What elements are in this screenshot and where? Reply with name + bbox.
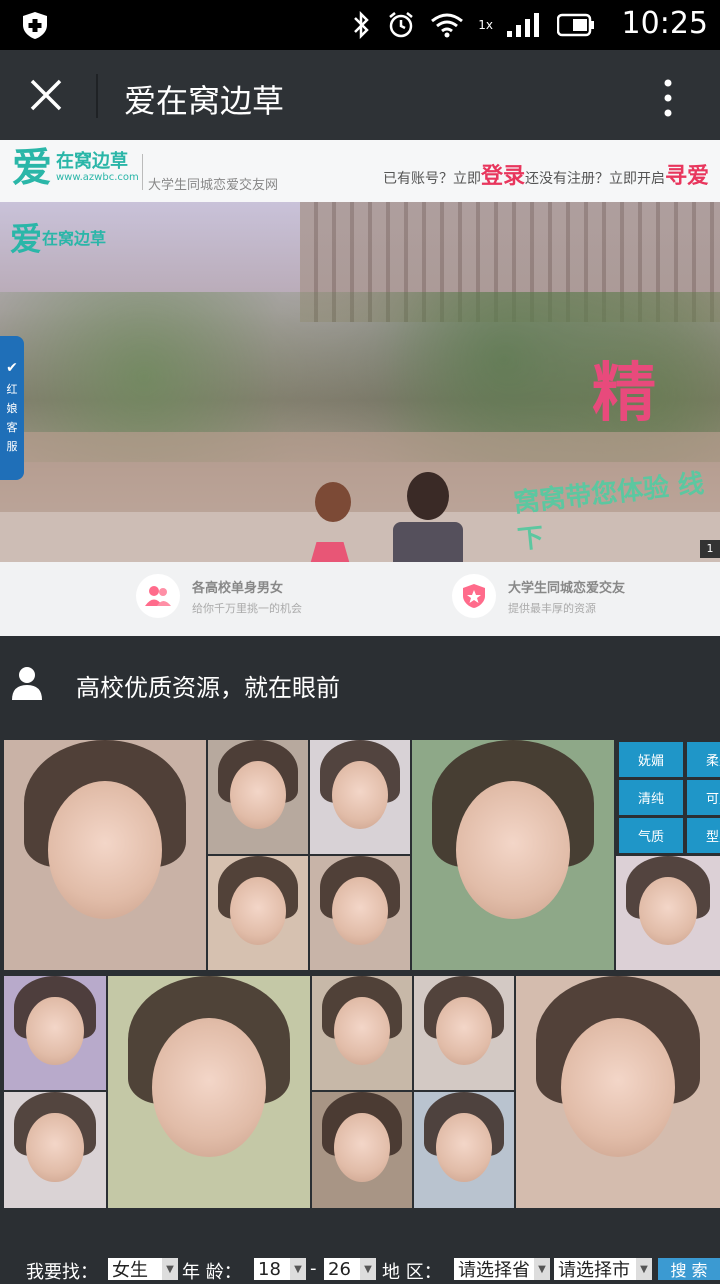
tag-button[interactable]: 清纯 [619,780,683,815]
feature-dating: 大学生同城恋爱交友 提供最丰厚的资源 [452,574,625,618]
watermark-name: 在窝边草 [42,229,107,248]
feature-title: 大学生同城恋爱交友 [508,580,626,596]
gender-select[interactable]: 女生 ▼ [108,1258,178,1281]
status-icons: 1x [350,10,595,40]
profile-photo[interactable] [310,856,410,970]
chevron-down-icon: ▼ [162,1258,178,1280]
profile-photo[interactable] [310,740,410,854]
search-button[interactable]: 搜 索 [658,1258,720,1280]
age-from-value: 18 [258,1258,281,1280]
badge-icon [452,574,496,618]
banner-headline: 精 [592,356,656,431]
banner-boy-figure [385,472,470,562]
matchmaker-service-tab[interactable]: ✔ 红娘客服 [0,336,24,480]
profile-photo[interactable] [4,740,206,970]
account-links: 已有账号？立即登录还没有注册？立即开启寻爱 [383,158,709,190]
province-value: 请选择省 [458,1260,530,1280]
login-link[interactable]: 登录 [481,164,525,189]
tag-button[interactable]: 可爱 [687,780,720,815]
feature-title: 各高校单身男女 [192,580,284,596]
age-from-select[interactable]: 18 ▼ [254,1258,306,1280]
profile-photo[interactable] [516,976,720,1208]
clock: 10:25 [621,6,708,41]
bluetooth-icon [354,11,370,39]
logo-url: www.azwbc.com [56,172,139,183]
banner-pager[interactable]: 1 [700,540,720,558]
tag-button[interactable]: 妩媚 [619,742,683,777]
find-label: 我要找： [26,1262,98,1283]
site-logo[interactable]: 爱 在窝边草 www.azwbc.com [12,148,139,188]
account-middle: 还没有注册？立即开启 [525,171,666,187]
banner-watermark: 爱 在窝边草 [10,214,106,260]
age-to-select[interactable]: 26 ▼ [324,1258,376,1280]
city-value: 请选择市 [558,1260,630,1280]
section-title: 高校优质资源，就在眼前 [76,674,340,702]
people-icon [136,574,180,618]
signal-icon [507,13,539,37]
check-icon: ✔ [6,360,18,376]
features-strip: 各高校单身男女 给你千万里挑一的机会 大学生同城恋爱交友 提供最丰厚的资源 [0,562,720,636]
feature-subtitle: 提供最丰厚的资源 [508,601,596,615]
chevron-down-icon: ▼ [290,1258,306,1280]
chevron-down-icon: ▼ [636,1258,652,1280]
profile-photo[interactable] [414,1092,514,1208]
app-toolbar: 爱在窝边草 [0,50,720,140]
feature-singles: 各高校单身男女 给你千万里挑一的机会 [136,574,302,618]
account-prefix: 已有账号？立即 [383,171,481,187]
page-title: 爱在窝边草 [124,82,285,120]
chevron-down-icon: ▼ [534,1258,550,1280]
gender-value: 女生 [112,1260,148,1281]
site-slogan: 大学生同城恋爱交友网 [148,178,279,193]
profile-photo[interactable] [616,856,720,970]
profile-photo[interactable] [108,976,310,1208]
profile-photo[interactable] [312,1092,412,1208]
city-select[interactable]: 请选择市 ▼ [554,1258,652,1280]
side-tab-label: 红娘客服 [6,383,18,453]
profile-photo[interactable] [414,976,514,1090]
section-heading: 高校优质资源，就在眼前 [0,638,720,728]
wifi-icon [431,13,464,38]
profile-photo[interactable] [208,740,308,854]
shield-icon [23,12,47,39]
logo-name: 在窝边草 [56,151,128,172]
alarm-icon [389,12,414,38]
tag-button[interactable]: 型男 [687,818,720,853]
tag-button[interactable]: 柔美 [687,742,720,777]
profile-photo[interactable] [208,856,308,970]
feature-subtitle: 给你千万里挑一的机会 [192,601,302,615]
more-menu-icon[interactable] [664,78,672,118]
profile-photo[interactable] [412,740,614,970]
banner-girl-figure [285,482,375,562]
age-dash: - [310,1258,317,1279]
battery-icon [557,13,594,37]
hero-banner[interactable]: 爱 在窝边草 精 窝窝带您体验 线下 1 [0,202,720,562]
person-icon [12,667,42,700]
province-select[interactable]: 请选择省 ▼ [454,1258,550,1280]
style-tags: 妩媚 柔美 清纯 可爱 气质 型男 [617,740,720,854]
header-divider [142,154,143,190]
age-label: 年 龄： [182,1262,242,1283]
close-icon[interactable] [28,77,64,113]
chevron-down-icon: ▼ [360,1258,376,1280]
age-to-value: 26 [328,1258,351,1280]
status-bar: 1x 10:25 [0,0,720,50]
profile-photo[interactable] [4,976,106,1090]
region-label: 地 区： [382,1262,442,1283]
signal-label: 1x [478,18,493,32]
logo-char: 爱 [12,144,52,191]
tag-button[interactable]: 气质 [619,818,683,853]
search-filter-bar: 我要找： 女生 ▼ 年 龄： 18 ▼ - 26 ▼ 地 区： 请选择省 ▼ 请选择市 ▼… [0,1254,720,1283]
profile-photo[interactable] [312,976,412,1090]
register-link[interactable]: 寻爱 [665,164,709,189]
toolbar-divider [96,74,98,118]
watermark-char: 爱 [10,220,43,258]
site-header: 爱 在窝边草 www.azwbc.com 大学生同城恋爱交友网 已有账号？立即登… [0,140,720,202]
profile-photo[interactable] [4,1092,106,1208]
